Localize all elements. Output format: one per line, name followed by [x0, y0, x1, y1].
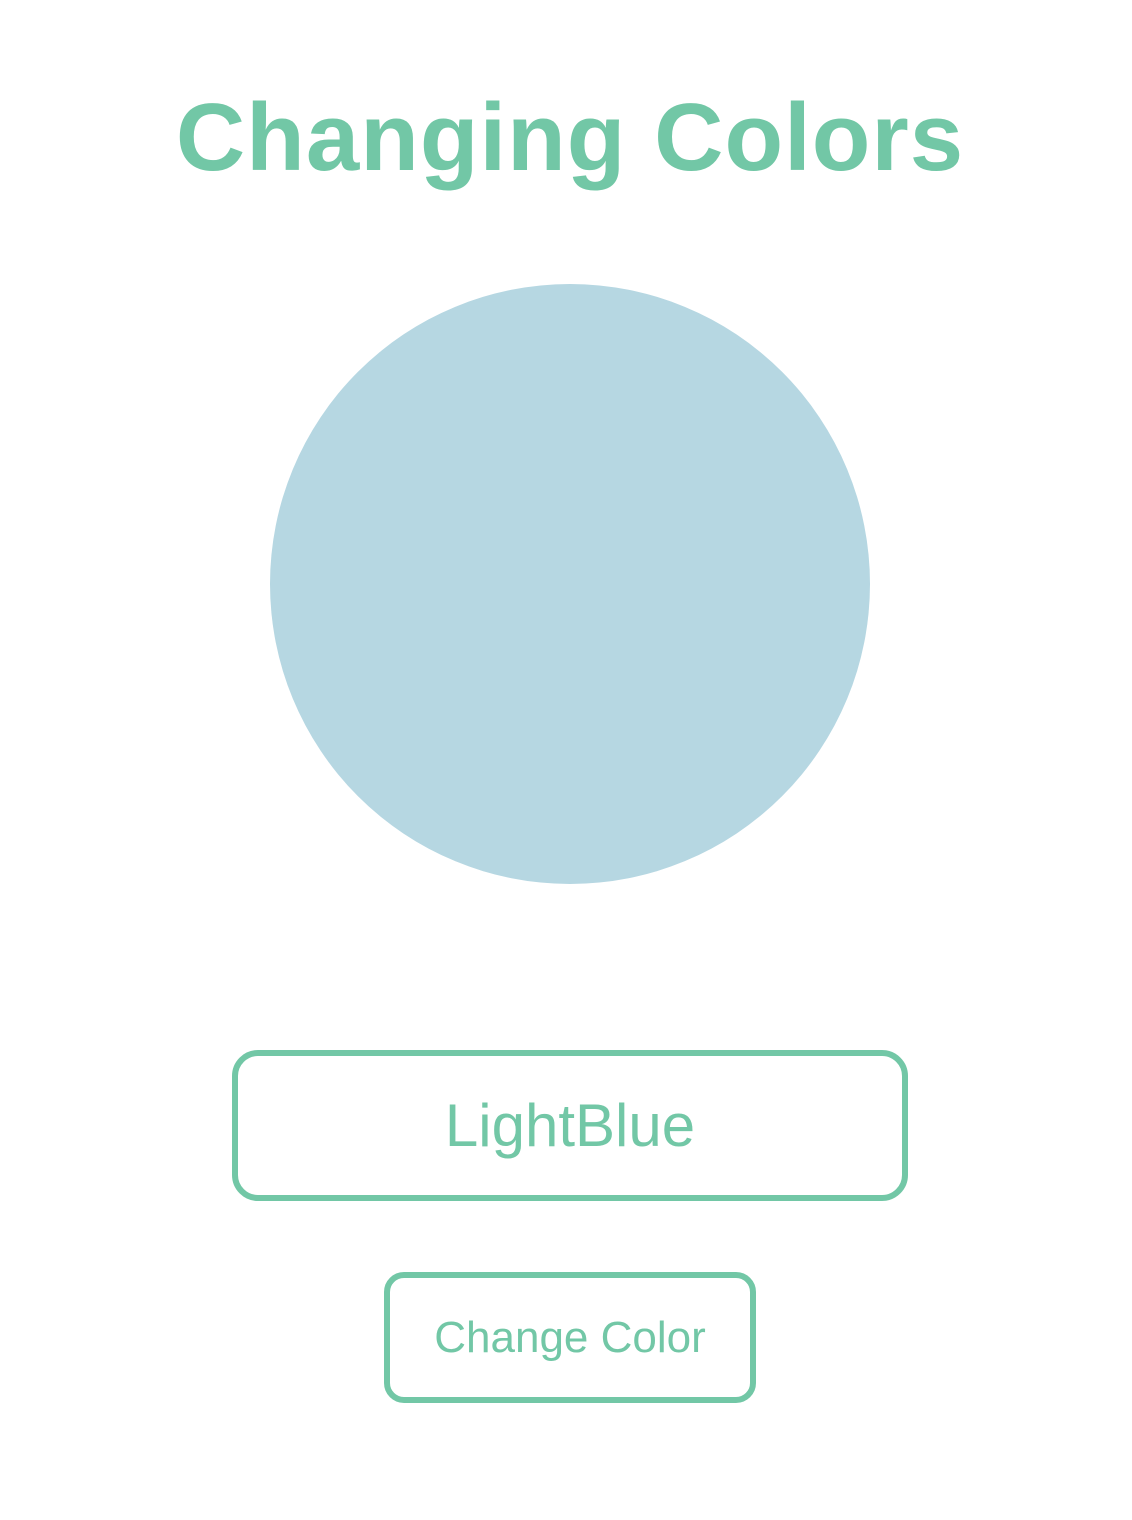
color-name-input[interactable]: [232, 1050, 908, 1201]
color-circle: [270, 284, 870, 884]
change-color-button[interactable]: Change Color: [384, 1272, 756, 1403]
page-title: Changing Colors: [175, 84, 965, 191]
